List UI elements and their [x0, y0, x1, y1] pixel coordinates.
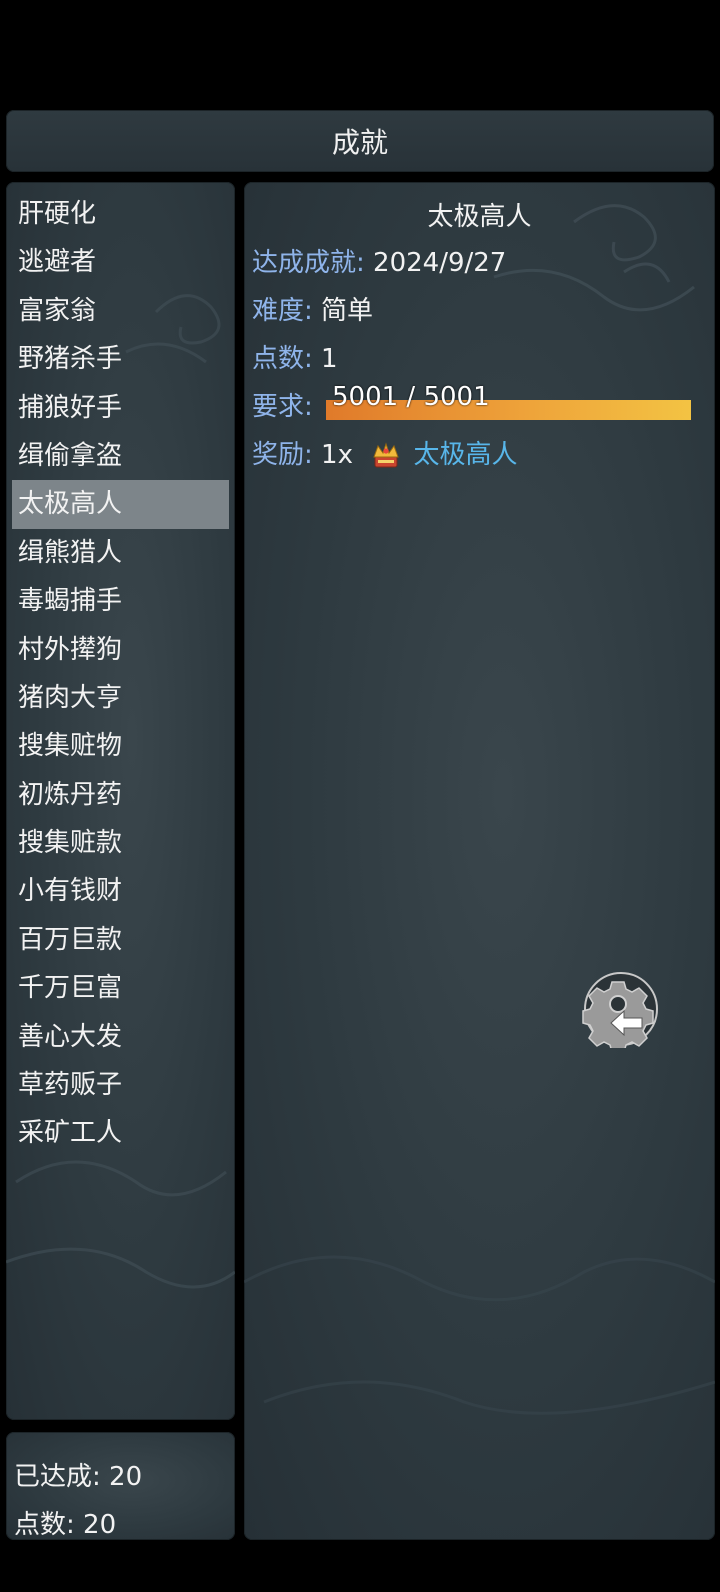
crown-icon	[373, 441, 399, 467]
achievement-item[interactable]: 毒蝎捕手	[12, 577, 229, 625]
achievement-item[interactable]: 逃避者	[12, 238, 229, 286]
reward-label: 奖励:	[252, 440, 313, 470]
achievement-item[interactable]: 太极高人	[12, 480, 229, 529]
achievement-item[interactable]: 善心大发	[12, 1013, 229, 1061]
stats-panel: 已达成: 20 点数: 20	[6, 1432, 235, 1540]
achievements-screen: 成就 肝硬化 逃避者 富家翁 野猪杀手 捕狼好手 缉偷拿盗 太极高人 缉熊猎人 毒蝎捕手 村外撵狗…	[0, 0, 720, 1592]
reward-quantity: 1x	[321, 440, 353, 470]
reward-row: 奖励: 1x 太极高人	[252, 434, 518, 471]
difficulty-value: 简单	[321, 296, 374, 326]
achievement-detail-panel: 太极高人 达成成就: 2024/9/27 难度: 简单 点数: 1 要求: 50…	[244, 182, 715, 1540]
achievement-item[interactable]: 草药贩子	[12, 1061, 229, 1109]
requirement-row: 要求:	[252, 386, 313, 423]
reward-name: 太极高人	[413, 440, 518, 470]
achievement-item[interactable]: 野猪杀手	[12, 335, 229, 383]
points-row: 点数: 1	[252, 338, 338, 375]
achievement-item[interactable]: 搜集赃物	[12, 722, 229, 770]
achievement-item[interactable]: 村外撵狗	[12, 626, 229, 674]
achievement-item[interactable]: 缉熊猎人	[12, 529, 229, 577]
achieved-date-label: 达成成就:	[252, 248, 365, 278]
detail-title: 太极高人	[427, 202, 532, 232]
achievement-item[interactable]: 采矿工人	[12, 1109, 229, 1157]
gear-icon	[582, 972, 658, 1053]
achievement-item[interactable]: 千万巨富	[12, 964, 229, 1012]
requirement-progress-text: 5001 / 5001	[332, 382, 490, 412]
achievement-item[interactable]: 小有钱财	[12, 867, 229, 915]
difficulty-row: 难度: 简单	[252, 290, 373, 327]
achievement-item[interactable]: 初炼丹药	[12, 771, 229, 819]
points-value: 1	[321, 344, 338, 374]
achievement-list-panel: 肝硬化 逃避者 富家翁 野猪杀手 捕狼好手 缉偷拿盗 太极高人 缉熊猎人 毒蝎捕手 村外撵狗 猪肉大…	[6, 182, 235, 1420]
achievement-item[interactable]: 搜集赃款	[12, 819, 229, 867]
difficulty-label: 难度:	[252, 296, 313, 326]
achievement-item[interactable]: 捕狼好手	[12, 384, 229, 432]
achievement-item[interactable]: 富家翁	[12, 287, 229, 335]
page-title: 成就	[6, 110, 714, 172]
completed-count: 已达成: 20	[14, 1462, 143, 1492]
achievement-item[interactable]: 肝硬化	[12, 190, 229, 238]
achievement-item[interactable]: 猪肉大亨	[12, 674, 229, 722]
achievement-item[interactable]: 百万巨款	[12, 916, 229, 964]
requirement-label: 要求:	[252, 392, 313, 422]
achievement-list: 肝硬化 逃避者 富家翁 野猪杀手 捕狼好手 缉偷拿盗 太极高人 缉熊猎人 毒蝎捕手 村外撵狗 猪肉大…	[6, 190, 235, 1158]
points-label: 点数:	[252, 344, 313, 374]
achieved-date-value: 2024/9/27	[373, 248, 507, 278]
achievement-item[interactable]: 缉偷拿盗	[12, 432, 229, 480]
settings-back-button[interactable]	[582, 970, 660, 1053]
achieved-date-row: 达成成就: 2024/9/27	[252, 242, 506, 279]
total-points: 点数: 20	[14, 1510, 117, 1540]
